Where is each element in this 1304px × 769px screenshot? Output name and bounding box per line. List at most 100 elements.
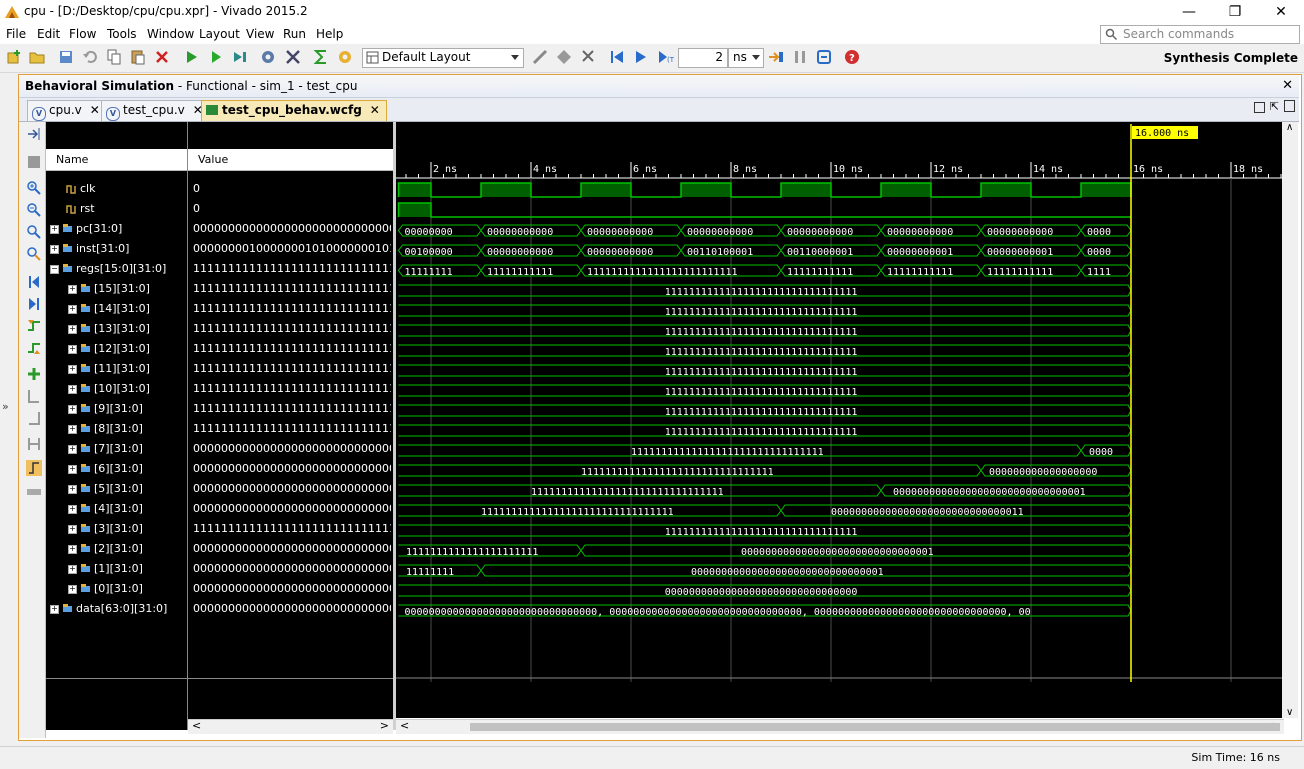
- next-transition-icon[interactable]: [26, 340, 42, 356]
- settings-gear-icon[interactable]: [259, 48, 277, 66]
- scroll-down-icon[interactable]: ∨: [1286, 707, 1293, 718]
- zoom-marker-icon[interactable]: [531, 48, 549, 66]
- expand-left-icon[interactable]: »: [2, 400, 9, 413]
- expand-icon[interactable]: +: [68, 565, 77, 574]
- close-window-button[interactable]: ✕: [1258, 0, 1304, 24]
- expand-icon[interactable]: +: [68, 285, 77, 294]
- layout-dropdown[interactable]: Default Layout: [362, 48, 524, 68]
- expand-icon[interactable]: +: [68, 305, 77, 314]
- run-icon[interactable]: [207, 48, 225, 66]
- expand-icon[interactable]: +: [68, 365, 77, 374]
- expand-icon[interactable]: +: [68, 585, 77, 594]
- expand-icon[interactable]: +: [68, 485, 77, 494]
- time-unit-dropdown[interactable]: ns: [728, 48, 764, 68]
- restart-icon[interactable]: [608, 48, 626, 66]
- signal-row-name[interactable]: + [14][31:0]: [46, 301, 187, 321]
- expand-icon[interactable]: +: [68, 545, 77, 554]
- save-icon[interactable]: [57, 48, 75, 66]
- close-tab-icon[interactable]: ✕: [370, 103, 380, 117]
- step-icon[interactable]: [767, 48, 785, 66]
- signal-row-name[interactable]: + [8][31:0]: [46, 421, 187, 441]
- save-wave-icon[interactable]: [26, 154, 42, 170]
- menu-edit[interactable]: Edit: [37, 27, 60, 41]
- signal-row-name[interactable]: + [3][31:0]: [46, 521, 187, 541]
- value-horizontal-scrollbar[interactable]: < >: [188, 719, 393, 734]
- signal-row-name[interactable]: + [1][31:0]: [46, 561, 187, 581]
- restore-panel-button[interactable]: [1254, 102, 1265, 113]
- undo-icon[interactable]: [81, 48, 99, 66]
- open-project-icon[interactable]: [28, 48, 46, 66]
- expand-icon[interactable]: +: [68, 325, 77, 334]
- delete-icon[interactable]: [153, 48, 171, 66]
- expand-icon[interactable]: +: [68, 405, 77, 414]
- expand-icon[interactable]: +: [50, 225, 59, 234]
- signal-row-name[interactable]: + inst[31:0]: [46, 241, 187, 261]
- expand-icon[interactable]: +: [68, 345, 77, 354]
- minimize-button[interactable]: —: [1166, 0, 1212, 24]
- menu-window[interactable]: Window: [147, 27, 194, 41]
- zoom-in-icon[interactable]: [26, 180, 42, 196]
- signal-row-name[interactable]: + [9][31:0]: [46, 401, 187, 421]
- new-project-icon[interactable]: [5, 48, 23, 66]
- expand-icon[interactable]: +: [68, 465, 77, 474]
- scroll-left-icon[interactable]: <: [192, 719, 201, 732]
- wave-scroll-thumb[interactable]: [470, 723, 1280, 731]
- name-column-header[interactable]: Name: [46, 149, 187, 171]
- tools-icon[interactable]: [284, 48, 302, 66]
- maximize-panel-button[interactable]: [1284, 100, 1295, 112]
- floating-ruler-icon[interactable]: [26, 484, 42, 500]
- sigma-icon[interactable]: [312, 48, 330, 66]
- prev-transition-icon[interactable]: [26, 318, 42, 334]
- goto-end-icon[interactable]: [26, 296, 42, 312]
- signal-row-name[interactable]: + [11][31:0]: [46, 361, 187, 381]
- signal-row-name[interactable]: rst: [46, 201, 187, 221]
- expand-icon[interactable]: +: [68, 525, 77, 534]
- waveform-pane[interactable]: 2 ns 4 ns 6 ns 8 ns 10 ns 12 ns 14 ns 16 ns 18 n…: [396, 122, 1282, 718]
- signal-row-name[interactable]: + [12][31:0]: [46, 341, 187, 361]
- signal-row-name[interactable]: + [4][31:0]: [46, 501, 187, 521]
- zoom-out-icon[interactable]: [26, 202, 42, 218]
- signal-row-name[interactable]: − regs[15:0][31:0]: [46, 261, 187, 281]
- signal-row-name[interactable]: + [10][31:0]: [46, 381, 187, 401]
- menu-file[interactable]: File: [6, 27, 26, 41]
- signal-row-name[interactable]: + data[63:0][31:0]: [46, 601, 187, 621]
- tab-cpu-v[interactable]: Vcpu.v ✕: [27, 100, 107, 121]
- scroll-right-icon[interactable]: >: [380, 719, 389, 732]
- prev-marker-icon[interactable]: [26, 388, 42, 404]
- menu-layout[interactable]: Layout: [199, 27, 240, 41]
- zoom-cursor-icon[interactable]: [26, 246, 42, 262]
- search-commands-input[interactable]: Search commands: [1100, 25, 1300, 44]
- menu-run[interactable]: Run: [283, 27, 306, 41]
- close-panel-button[interactable]: ✕: [1282, 78, 1293, 93]
- maximize-button[interactable]: ❐: [1212, 0, 1258, 24]
- run-all-icon[interactable]: [183, 48, 201, 66]
- next-marker-icon[interactable]: [26, 410, 42, 426]
- expand-icon[interactable]: +: [68, 505, 77, 514]
- float-panel-button[interactable]: ⇱: [1270, 100, 1279, 113]
- wave-vertical-scrollbar[interactable]: ∧ ∨: [1282, 122, 1298, 718]
- snap-to-transition-icon[interactable]: [26, 460, 42, 476]
- pointer-icon[interactable]: [579, 48, 597, 66]
- signal-row-name[interactable]: clk: [46, 181, 187, 201]
- tab-test-cpu-behav-wcfg[interactable]: test_cpu_behav.wcfg ✕: [201, 100, 387, 121]
- menu-help[interactable]: Help: [316, 27, 343, 41]
- scroll-left-icon[interactable]: <: [400, 719, 409, 732]
- menu-view[interactable]: View: [246, 27, 274, 41]
- expand-icon[interactable]: +: [68, 425, 77, 434]
- expand-icon[interactable]: +: [50, 605, 59, 614]
- close-tab-icon[interactable]: ✕: [90, 103, 100, 117]
- expand-icon[interactable]: +: [68, 445, 77, 454]
- collapse-icon[interactable]: −: [50, 265, 59, 274]
- report-gear-icon[interactable]: [336, 48, 354, 66]
- signal-row-name[interactable]: + [7][31:0]: [46, 441, 187, 461]
- goto-cursor-icon[interactable]: [26, 126, 42, 142]
- zoom-fit-icon[interactable]: [26, 224, 42, 240]
- value-column-header[interactable]: Value: [188, 149, 393, 171]
- help-icon[interactable]: ?: [843, 48, 861, 66]
- scroll-up-icon[interactable]: ∧: [1286, 122, 1293, 133]
- expand-icon[interactable]: +: [50, 245, 59, 254]
- signal-row-name[interactable]: + [6][31:0]: [46, 461, 187, 481]
- signal-row-name[interactable]: + pc[31:0]: [46, 221, 187, 241]
- tab-test-cpu-v[interactable]: Vtest_cpu.v ✕: [101, 100, 210, 121]
- signal-row-name[interactable]: + [13][31:0]: [46, 321, 187, 341]
